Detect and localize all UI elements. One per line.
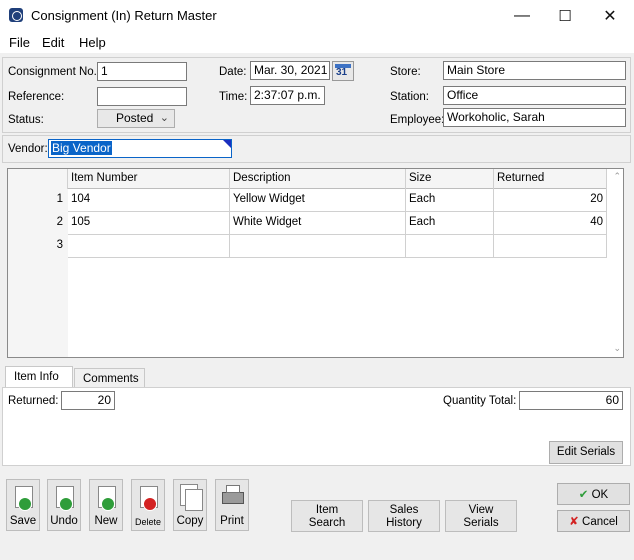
quantity-total-label: Quantity Total: [443, 395, 517, 407]
sales-history-label-line1: Sales [389, 504, 419, 516]
vendor-label: Vendor: [8, 143, 48, 155]
app-logo-icon [9, 8, 23, 22]
store-label: Store: [390, 66, 421, 78]
cancel-x-icon: ✘ [569, 516, 579, 528]
station-field[interactable]: Office [443, 86, 626, 105]
chevron-down-icon: ⌄ [159, 112, 169, 124]
status-select[interactable]: Posted ⌄ [97, 109, 175, 128]
new-label: New [94, 515, 118, 527]
cell-size[interactable]: Each [406, 212, 494, 235]
cancel-button[interactable]: ✘ Cancel [557, 510, 630, 532]
scroll-down-icon[interactable]: ⌄ [613, 343, 621, 354]
calendar-button[interactable]: 31 [332, 61, 354, 81]
window-title: Consignment (In) Return Master [31, 8, 217, 23]
scroll-up-icon[interactable]: ⌃ [613, 171, 621, 182]
printer-icon [222, 492, 244, 504]
cell-returned[interactable]: 20 [494, 189, 607, 212]
minus-badge-icon [143, 497, 157, 511]
menu-edit[interactable]: Edit [42, 35, 64, 50]
cell-returned[interactable]: 40 [494, 212, 607, 235]
cell-size[interactable] [406, 235, 494, 258]
item-search-button[interactable]: Item Search [291, 500, 363, 532]
undo-label: Undo [50, 515, 78, 527]
cell-description[interactable] [230, 235, 406, 258]
vendor-field[interactable]: Big Vendor [48, 139, 232, 158]
employee-label: Employee: [390, 114, 445, 126]
date-label: Date: [219, 66, 247, 78]
printer-paper-icon [226, 485, 240, 493]
sales-history-label-line2: History [386, 517, 422, 529]
cancel-label: Cancel [582, 516, 618, 528]
print-label: Print [220, 515, 244, 527]
calendar-day-glyph: 31 [336, 67, 348, 78]
returned-field[interactable]: 20 [61, 391, 115, 410]
view-serials-label-line2: Serials [463, 517, 499, 529]
delete-label: Delete [134, 517, 161, 527]
checkmark-icon: ✔ [578, 489, 589, 501]
quantity-total-field: 60 [519, 391, 623, 410]
minimize-button[interactable]: — [505, 4, 539, 28]
time-label: Time: [219, 91, 248, 103]
new-button[interactable]: New [89, 479, 123, 531]
row-number: 3 [8, 235, 68, 258]
lookup-marker-icon [223, 140, 231, 148]
copy-front-icon [185, 489, 203, 511]
reference-field[interactable] [97, 87, 187, 106]
date-field[interactable]: Mar. 30, 2021 [250, 61, 330, 80]
copy-button[interactable]: Copy [173, 479, 207, 531]
vendor-value: Big Vendor [51, 141, 112, 155]
items-grid[interactable]: Item Number Description Size Returned 1 … [7, 168, 624, 358]
sales-history-button[interactable]: Sales History [368, 500, 440, 532]
row-number-gutter [8, 258, 68, 357]
ok-label: OK [591, 489, 609, 501]
consignment-no-field[interactable]: 1 [97, 62, 187, 81]
cell-size[interactable]: Each [406, 189, 494, 212]
item-search-label-line1: Item [315, 504, 339, 516]
cell-item-number[interactable]: 105 [68, 212, 230, 235]
cell-returned[interactable] [494, 235, 607, 258]
store-field[interactable]: Main Store [443, 61, 626, 80]
consignment-no-label: Consignment No.: [8, 66, 101, 78]
cell-item-number[interactable]: 104 [68, 189, 230, 212]
reference-label: Reference: [8, 91, 65, 103]
menu-help[interactable]: Help [79, 35, 106, 50]
delete-button[interactable]: Delete [131, 479, 165, 531]
returned-label: Returned: [8, 395, 59, 407]
close-button[interactable]: ✕ [593, 4, 627, 28]
undo-button[interactable]: Undo [47, 479, 81, 531]
plus-badge-icon [101, 497, 115, 511]
save-button[interactable]: Save [6, 479, 40, 531]
status-label: Status: [8, 114, 44, 126]
station-label: Station: [390, 91, 429, 103]
row-number-header [8, 169, 68, 189]
time-field[interactable]: 2:37:07 p.m. [250, 86, 325, 105]
status-value: Posted [116, 111, 154, 125]
column-header-item-number[interactable]: Item Number [68, 169, 230, 189]
row-number: 1 [8, 189, 68, 212]
save-badge-icon [18, 497, 32, 511]
edit-serials-button[interactable]: Edit Serials [549, 441, 623, 464]
column-header-description[interactable]: Description [230, 169, 406, 189]
cell-description[interactable]: White Widget [230, 212, 406, 235]
view-serials-label-line1: View [468, 504, 494, 516]
column-header-returned[interactable]: Returned [494, 169, 607, 189]
copy-label: Copy [176, 515, 204, 527]
ok-button[interactable]: ✔ OK [557, 483, 630, 505]
column-header-size[interactable]: Size [406, 169, 494, 189]
row-number: 2 [8, 212, 68, 235]
view-serials-button[interactable]: View Serials [445, 500, 517, 532]
undo-badge-icon [59, 497, 73, 511]
item-search-label-line2: Search [308, 517, 346, 529]
print-button[interactable]: Print [215, 479, 249, 531]
cell-description[interactable]: Yellow Widget [230, 189, 406, 212]
menu-file[interactable]: File [9, 35, 30, 50]
save-label: Save [9, 515, 37, 527]
employee-field[interactable]: Workoholic, Sarah [443, 108, 626, 127]
cell-item-number[interactable] [68, 235, 230, 258]
maximize-button[interactable]: ☐ [548, 4, 582, 28]
